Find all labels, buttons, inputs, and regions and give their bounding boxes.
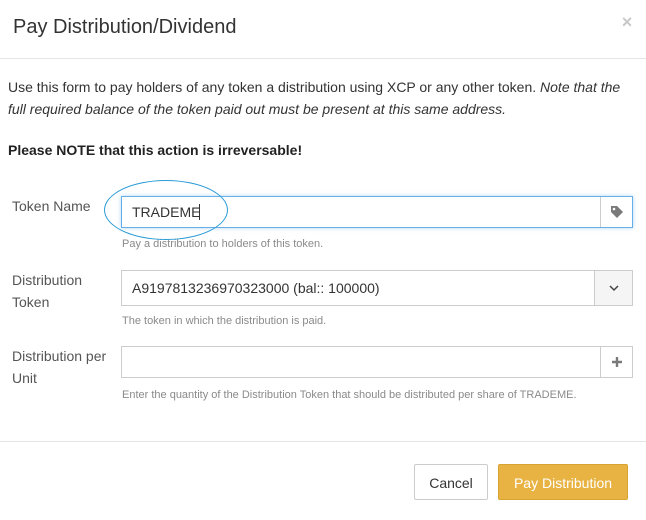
pay-distribution-button[interactable]: Pay Distribution <box>498 464 628 500</box>
token-name-group <box>121 196 633 228</box>
close-icon: × <box>621 12 633 32</box>
intro-text: Use this form to pay holders of any toke… <box>8 76 633 120</box>
distribution-token-help: The token in which the distribution is p… <box>122 315 327 327</box>
plus-icon <box>611 357 622 367</box>
dialog-title: Pay Distribution/Dividend <box>13 16 237 38</box>
tag-icon <box>610 206 623 218</box>
distribution-token-select[interactable]: A9197813236970323000 (bal:: 100000) <box>121 270 633 306</box>
token-name-label: Token Name <box>12 198 91 214</box>
distribution-per-unit-input[interactable] <box>122 347 600 377</box>
token-name-help: Pay a distribution to holders of this to… <box>122 238 324 250</box>
intro-main: Use this form to pay holders of any toke… <box>8 79 541 95</box>
distribution-per-unit-addon[interactable] <box>600 347 632 377</box>
token-name-addon <box>600 197 632 227</box>
distribution-token-dropdown-button[interactable] <box>594 271 632 305</box>
distribution-token-label: Distribution Token <box>12 272 83 310</box>
dialog-header: Pay Distribution/Dividend × <box>0 0 646 59</box>
chevron-down-icon <box>608 285 619 292</box>
irreversible-notice: Please NOTE that this action is irrevers… <box>8 142 303 158</box>
cancel-button[interactable]: Cancel <box>414 464 488 500</box>
close-button[interactable]: × <box>619 12 635 32</box>
token-name-input[interactable] <box>122 197 600 227</box>
distribution-per-unit-help: Enter the quantity of the Distribution T… <box>122 389 577 401</box>
dialog-footer: Cancel Pay Distribution <box>0 441 646 520</box>
distribution-per-unit-group <box>121 346 633 378</box>
text-cursor <box>199 204 200 220</box>
pay-distribution-dialog: Pay Distribution/Dividend × Use this for… <box>0 0 646 519</box>
distribution-per-unit-label: Distribution per Unit <box>12 348 107 386</box>
distribution-token-value: A9197813236970323000 (bal:: 100000) <box>132 280 380 296</box>
